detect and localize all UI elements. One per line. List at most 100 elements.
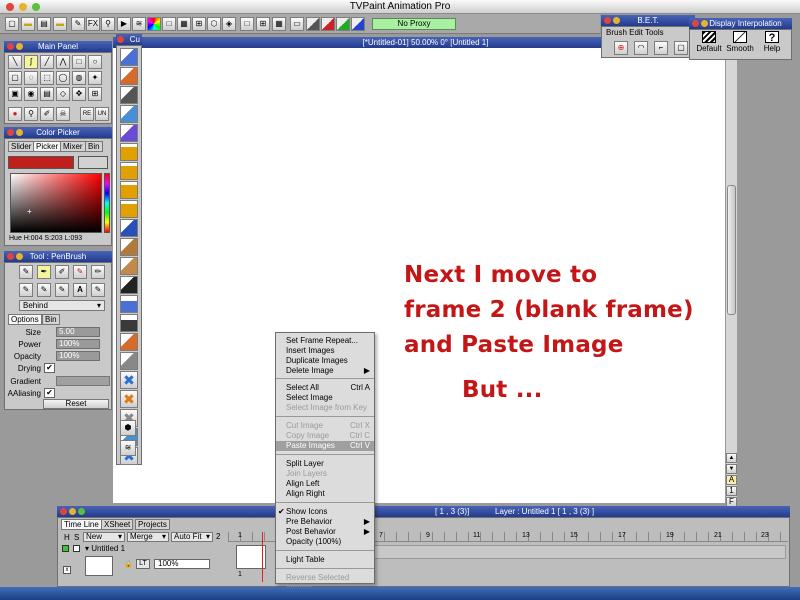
brush-frame-icon[interactable]: ▢ [674, 41, 688, 55]
brush-preset-cross-blue-icon[interactable]: ✖ [120, 371, 138, 389]
merge-dropdown[interactable]: Merge ▾ [127, 532, 169, 542]
brush-preset-cone-3-icon[interactable] [120, 181, 138, 199]
circle-tool-icon[interactable]: ○ [88, 55, 102, 69]
layer-expand-icon[interactable]: x [63, 566, 71, 574]
move-tool-icon[interactable]: ✥ [72, 87, 86, 101]
help-button[interactable]: ? Help [758, 31, 786, 59]
color-wheel-icon[interactable] [147, 17, 161, 31]
brush-arc-icon[interactable]: ◠ [634, 41, 648, 55]
table-icon[interactable]: ⊞ [192, 17, 206, 31]
default-button[interactable]: Default [695, 31, 723, 59]
pen-icon[interactable]: ✒ [37, 265, 51, 279]
param-size-field[interactable]: 5.00 [56, 327, 100, 337]
box-icon[interactable]: □ [240, 17, 254, 31]
magnifier-icon[interactable]: ⚲ [101, 17, 115, 31]
tab-picker[interactable]: Picker [33, 141, 62, 152]
mode-select[interactable]: Behind ▾ [19, 300, 105, 311]
tab-timeline[interactable]: Time Line [61, 519, 102, 530]
menu-item-split-layer[interactable]: Split Layer [276, 459, 374, 469]
light-table-toggle[interactable]: LT [136, 559, 150, 569]
menu-item-select-image[interactable]: Select Image [276, 393, 374, 403]
menu-item-delete-image[interactable]: Delete Image ▶ [276, 366, 374, 376]
lasso-icon[interactable]: ◍ [72, 71, 86, 85]
side-button-a[interactable]: A [726, 475, 737, 485]
brush-preset-crayon-icon[interactable] [120, 105, 138, 123]
canvas-scrollbar[interactable]: ▲ ▼ A 1 F [725, 48, 737, 507]
pen-tool-icon[interactable]: ╲ [8, 55, 22, 69]
gradient-field[interactable] [56, 376, 110, 386]
menu-item-show-icons[interactable]: ✔ Show Icons [276, 507, 374, 517]
smooth-button[interactable]: Smooth [725, 31, 755, 59]
menu-item-pre-behavior[interactable]: Pre Behavior ▶ [276, 517, 374, 527]
brush-preset-cone-2-icon[interactable] [120, 162, 138, 180]
brush-icon[interactable]: ✏ [91, 265, 105, 279]
hue-slider[interactable] [104, 173, 110, 233]
filled-circle-tool-icon[interactable]: ◌ [24, 71, 38, 85]
select-circle-icon[interactable]: ◯ [56, 71, 70, 85]
brush-preset-cone-1-icon[interactable] [120, 143, 138, 161]
autofit-dropdown[interactable]: Auto Fit ▾ [171, 532, 213, 542]
brush-preset-dark-icon[interactable] [120, 276, 138, 294]
eraser-icon[interactable]: ✎ [91, 283, 105, 297]
menu-item-light-table[interactable]: Light Table [276, 555, 374, 565]
redo-icon[interactable]: RE [80, 107, 94, 121]
drying-checkbox[interactable]: ✔ [44, 363, 55, 373]
primary-color-swatch[interactable] [8, 156, 74, 169]
marker-icon[interactable]: ✎ [73, 265, 87, 279]
brush-preset-airbrush-icon[interactable] [120, 86, 138, 104]
brush-preset-sponge-icon[interactable] [120, 333, 138, 351]
select-rect-icon[interactable]: ⬚ [40, 71, 54, 85]
smudge-icon[interactable]: ✎ [55, 283, 69, 297]
undo-icon[interactable]: UN [95, 107, 109, 121]
brush-preset-ink-icon[interactable] [120, 124, 138, 142]
save-icon[interactable]: ▤ [37, 17, 51, 31]
lock-icon[interactable]: 🔒 [124, 560, 134, 570]
tab-xsheet[interactable]: XSheet [101, 519, 134, 530]
blue-swatch-icon[interactable] [351, 17, 365, 31]
menu-item-set-frame-repeat[interactable]: Set Frame Repeat... [276, 336, 374, 346]
tab-options[interactable]: Options [8, 314, 42, 325]
menu-item-align-left[interactable]: Align Left [276, 479, 374, 489]
frame-cursor[interactable] [262, 532, 263, 582]
layers-stack-icon[interactable]: ≋ [120, 440, 136, 456]
stamp-icon[interactable]: ⚲ [24, 107, 38, 121]
proxy-indicator[interactable]: No Proxy [372, 18, 456, 30]
stencil-circle-icon[interactable]: ◉ [24, 87, 38, 101]
menu-item-opacity[interactable]: Opacity (100%) [276, 537, 374, 547]
eyedropper-icon[interactable]: ✐ [40, 107, 54, 121]
brush-preset-bottle-1-icon[interactable] [120, 295, 138, 313]
brush-preset-bottle-2-icon[interactable] [120, 314, 138, 332]
close-window-button[interactable] [6, 3, 14, 11]
green-swatch-icon[interactable] [336, 17, 350, 31]
rectangle-tool-icon[interactable]: □ [72, 55, 86, 69]
bin-icon[interactable]: ⬢ [120, 420, 136, 436]
grid-view-2-icon[interactable]: ▦ [272, 17, 286, 31]
spline-tool-icon[interactable]: ⋀ [56, 55, 70, 69]
grid-icon[interactable]: ▦ [177, 17, 191, 31]
tab-projects[interactable]: Projects [135, 519, 170, 530]
menu-item-duplicate-images[interactable]: Duplicate Images [276, 356, 374, 366]
menu-item-insert-images[interactable]: Insert Images [276, 346, 374, 356]
menu-item-select-all[interactable]: Select All Ctrl A [276, 383, 374, 393]
tab-slider[interactable]: Slider [8, 141, 35, 152]
red-swatch-icon[interactable] [321, 17, 335, 31]
scroll-down-icon[interactable]: ▼ [726, 464, 737, 474]
layer-thumbnail[interactable] [85, 556, 113, 576]
param-opacity-field[interactable]: 100% [56, 351, 100, 361]
layer-solo-toggle[interactable] [73, 545, 80, 552]
brush-preset-marker-icon[interactable] [120, 67, 138, 85]
brush-preset-pencil-icon[interactable] [120, 48, 138, 66]
saturation-lightness-field[interactable] [10, 173, 102, 233]
secondary-color-swatch[interactable] [78, 156, 108, 169]
side-button-1[interactable]: 1 [726, 486, 737, 496]
minimize-window-button[interactable] [19, 3, 27, 11]
new-document-icon[interactable]: ▢ [5, 17, 19, 31]
filled-rect-tool-icon[interactable]: ▢ [8, 71, 22, 85]
brush-preset-wood-2-icon[interactable] [120, 257, 138, 275]
play-icon[interactable]: ▶ [117, 17, 131, 31]
oil-brush-icon[interactable]: ✎ [19, 283, 33, 297]
new-layer-dropdown[interactable]: New ▾ [83, 532, 125, 542]
brush-preset-wood-icon[interactable] [120, 238, 138, 256]
brush-preset-knife-icon[interactable] [120, 352, 138, 370]
tab-mixer[interactable]: Mixer [60, 141, 86, 152]
